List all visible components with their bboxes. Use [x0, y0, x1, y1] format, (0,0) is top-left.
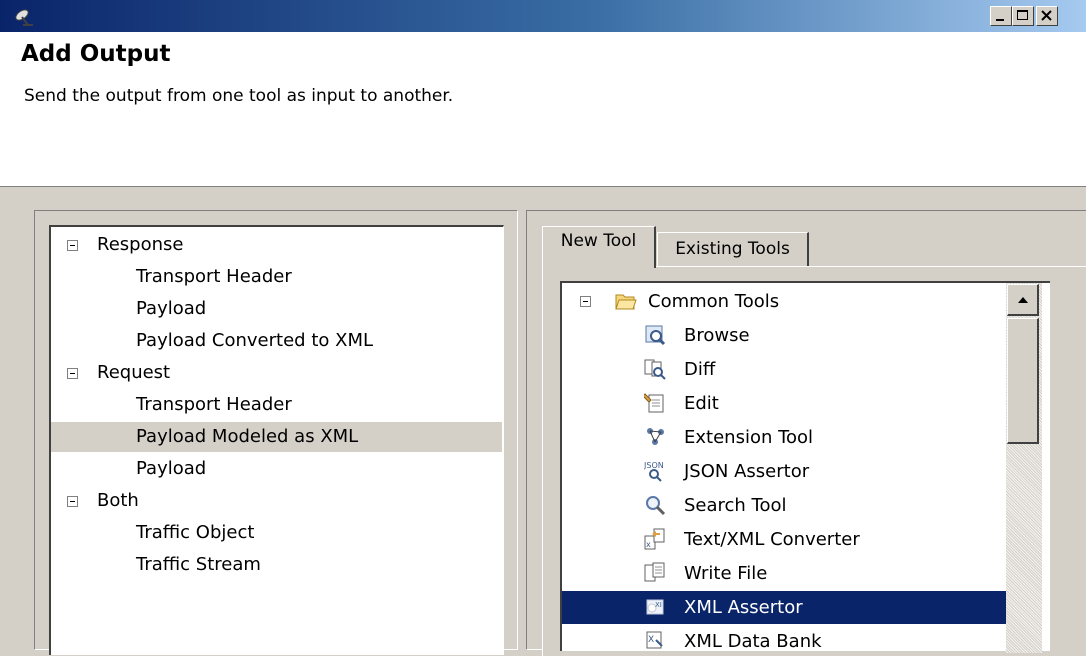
tree-item-label: Payload [136, 458, 207, 479]
svg-text:X: X [648, 635, 654, 645]
title-bar [0, 0, 1086, 32]
maximize-button[interactable] [1012, 6, 1034, 26]
tree-item-label: Traffic Object [136, 522, 255, 543]
tool-item-write-file[interactable]: Write File [562, 557, 1006, 590]
tool-label: Search Tool [684, 495, 787, 516]
tool-item-browse[interactable]: Browse [562, 319, 1006, 352]
tree-item-label: Transport Header [136, 266, 292, 287]
tree-group-both[interactable]: Both [51, 486, 502, 516]
tree-group-label: Response [97, 234, 184, 255]
tree-group-label: Both [97, 490, 139, 511]
satellite-dish-icon [15, 9, 33, 26]
json-assertor-icon: JSON [644, 461, 664, 482]
tool-item-extension-tool[interactable]: Extension Tool [562, 421, 1006, 454]
tool-tree[interactable]: Common Tools Browse Diff Edit Extension … [560, 281, 1050, 651]
text-xml-converter-icon: x [644, 528, 665, 550]
xml-data-bank-icon: X [646, 631, 663, 649]
scroll-thumb[interactable] [1007, 318, 1039, 444]
tool-label: XML Assertor [684, 597, 803, 618]
output-tree[interactable]: Response Transport Header Payload Payloa… [49, 225, 504, 655]
tab-new-tool[interactable]: New Tool [542, 226, 656, 268]
close-button[interactable] [1036, 6, 1058, 26]
minimize-icon [996, 19, 1004, 21]
tool-item-json-assertor[interactable]: JSON JSON Assertor [562, 455, 1006, 488]
page-title: Add Output [21, 41, 171, 67]
tool-label: Extension Tool [684, 427, 814, 448]
arrow-up-icon [1018, 297, 1028, 303]
tree-item-request-payload-modeled[interactable]: Payload Modeled as XML [51, 422, 502, 452]
minimize-button[interactable] [990, 6, 1012, 26]
xml-assertor-icon: XI [646, 599, 664, 615]
collapse-icon[interactable] [67, 368, 78, 379]
tree-item-label: Transport Header [136, 394, 292, 415]
tool-item-xml-data-bank[interactable]: X XML Data Bank [562, 625, 1006, 651]
tree-item-response-transport-header[interactable]: Transport Header [51, 262, 502, 292]
browse-icon [645, 325, 666, 346]
tool-label: Browse [684, 325, 750, 346]
extension-tool-icon [647, 428, 664, 445]
tool-label: Text/XML Converter [684, 529, 860, 550]
tool-label: Write File [684, 563, 768, 584]
tree-group-response[interactable]: Response [51, 230, 502, 260]
write-file-icon [644, 562, 665, 582]
svg-text:JSON: JSON [644, 461, 664, 470]
edit-icon [644, 393, 664, 413]
tree-item-traffic-stream[interactable]: Traffic Stream [51, 550, 502, 580]
close-icon [1041, 10, 1052, 21]
tree-group-label: Common Tools [648, 291, 780, 312]
tool-item-search-tool[interactable]: Search Tool [562, 489, 1006, 522]
collapse-icon[interactable] [67, 240, 78, 251]
tab-existing-tools[interactable]: Existing Tools [657, 232, 809, 266]
page-description: Send the output from one tool as input t… [24, 86, 454, 106]
tree-group-label: Request [97, 362, 171, 383]
tool-label: JSON Assertor [684, 461, 810, 482]
tree-group-common-tools[interactable]: Common Tools [562, 285, 1006, 318]
search-icon [646, 496, 666, 516]
tree-item-label: Payload Converted to XML [136, 330, 373, 351]
tree-item-label: Traffic Stream [136, 554, 261, 575]
svg-text:x: x [646, 540, 651, 549]
tool-item-edit[interactable]: Edit [562, 387, 1006, 420]
collapse-icon[interactable] [580, 296, 591, 307]
tool-item-text-xml-converter[interactable]: x Text/XML Converter [562, 523, 1006, 556]
tool-label: Diff [684, 359, 716, 380]
tree-item-response-payload[interactable]: Payload [51, 294, 502, 324]
svg-text:XI: XI [655, 601, 662, 609]
tree-item-label: Payload Modeled as XML [136, 426, 359, 447]
tree-group-request[interactable]: Request [51, 358, 502, 388]
tree-item-response-payload-converted[interactable]: Payload Converted to XML [51, 326, 502, 356]
tool-label: XML Data Bank [684, 631, 822, 651]
maximize-icon [1017, 10, 1028, 20]
scroll-up-button[interactable] [1007, 284, 1039, 316]
tool-item-xml-assertor[interactable]: XI XML Assertor [562, 591, 1006, 624]
diff-icon [644, 359, 666, 380]
tool-label: Edit [684, 393, 719, 414]
tool-item-diff[interactable]: Diff [562, 353, 1006, 386]
tree-item-request-transport-header[interactable]: Transport Header [51, 390, 502, 420]
tree-item-traffic-object[interactable]: Traffic Object [51, 518, 502, 548]
collapse-icon[interactable] [67, 496, 78, 507]
folder-open-icon [615, 294, 637, 310]
tree-item-label: Payload [136, 298, 207, 319]
tree-item-request-payload[interactable]: Payload [51, 454, 502, 484]
